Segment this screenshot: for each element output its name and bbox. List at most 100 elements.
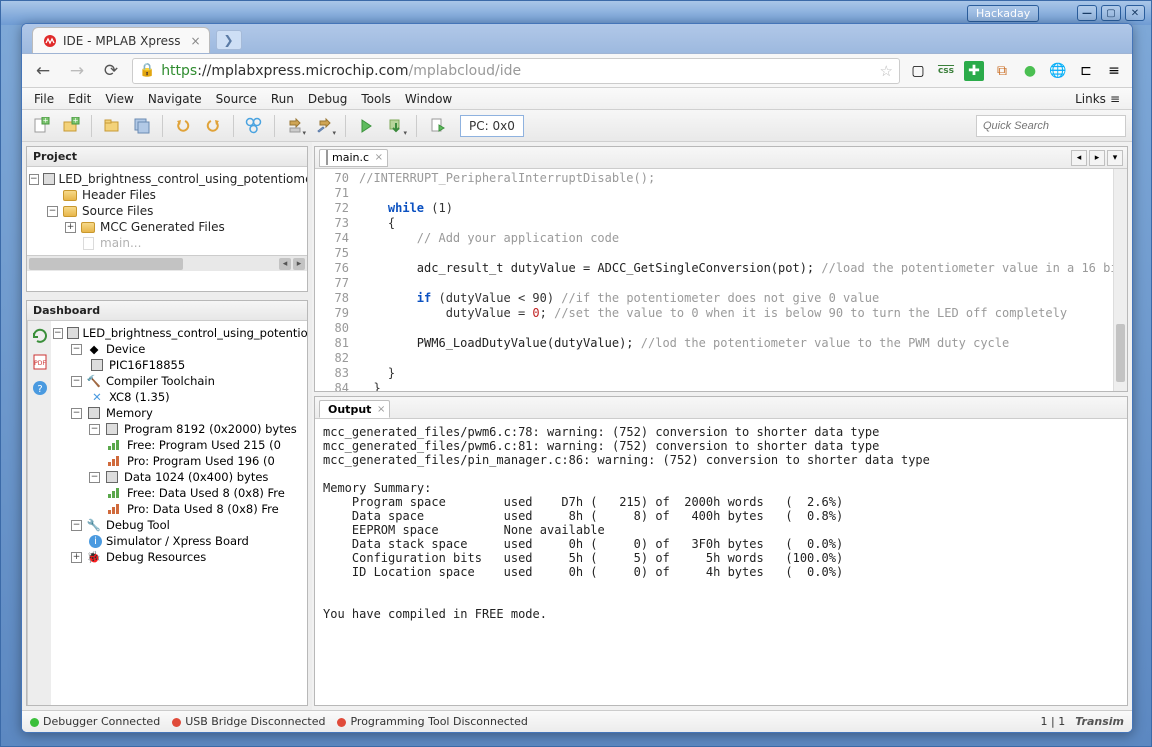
bracket-icon[interactable]: ⊏ bbox=[1076, 61, 1096, 81]
new-project-button[interactable]: + bbox=[58, 113, 84, 139]
project-panel: Project −LED_brightness_control_using_po… bbox=[26, 146, 308, 292]
editor-vscroll[interactable] bbox=[1113, 169, 1127, 391]
compiler-name[interactable]: XC8 (1.35) bbox=[109, 390, 170, 404]
header-files-node[interactable]: Header Files bbox=[82, 188, 156, 202]
run-button[interactable] bbox=[353, 113, 379, 139]
links-menu[interactable]: Links ≡ bbox=[1075, 92, 1126, 106]
microchip-favicon bbox=[43, 34, 57, 48]
refresh-icon[interactable] bbox=[31, 327, 49, 345]
project-hscroll[interactable]: ◂▸ bbox=[27, 255, 307, 271]
open-button[interactable] bbox=[99, 113, 125, 139]
make-program-button[interactable]: ▾ bbox=[383, 113, 409, 139]
os-titlebar: Hackaday — ▢ ✕ bbox=[1, 1, 1151, 25]
browser-tab-title: IDE - MPLAB Xpress bbox=[63, 34, 181, 48]
output-tab[interactable]: Output× bbox=[319, 400, 390, 418]
browser-tabbar: IDE - MPLAB Xpress × ❯ bbox=[22, 24, 1132, 54]
ide-toolbar: + + ▾ ▾ ▾ PC: 0x0 bbox=[22, 110, 1132, 142]
lock-icon: 🔒 bbox=[139, 63, 155, 78]
device-name[interactable]: PIC16F18855 bbox=[109, 358, 185, 372]
maximize-button[interactable]: ▢ bbox=[1101, 5, 1121, 21]
forward-button[interactable]: → bbox=[64, 58, 90, 84]
dashboard-panel: Dashboard PDF ? −LED_brightness_control_… bbox=[26, 300, 308, 706]
os-window: Hackaday — ▢ ✕ IDE - MPLAB Xpress × ❯ ← … bbox=[0, 0, 1152, 747]
output-console[interactable]: mcc_generated_files/pwm6.c:78: warning: … bbox=[315, 419, 1127, 705]
simulator[interactable]: Simulator / Xpress Board bbox=[106, 534, 249, 548]
build-button[interactable]: ▾ bbox=[282, 113, 308, 139]
data-pro[interactable]: Pro: Data Used 8 (0x8) Fre bbox=[127, 502, 279, 516]
screenshot-icon[interactable]: ⧉ bbox=[992, 61, 1012, 81]
dashboard-panel-title: Dashboard bbox=[27, 301, 307, 321]
c-file-icon bbox=[326, 151, 328, 164]
editor-prev-button[interactable]: ◂ bbox=[1071, 150, 1087, 166]
undo-button[interactable] bbox=[170, 113, 196, 139]
editor-tab-label: main.c bbox=[332, 151, 369, 164]
editor-tab-mainc[interactable]: main.c × bbox=[319, 149, 388, 167]
browser-toolbar: ← → ⟳ 🔒 https://mplabxpress.microchip.co… bbox=[22, 54, 1132, 88]
quick-search-input[interactable] bbox=[976, 115, 1126, 137]
mcc-button[interactable] bbox=[241, 113, 267, 139]
editor-dropdown-button[interactable]: ▾ bbox=[1107, 150, 1123, 166]
memory-label[interactable]: Memory bbox=[106, 406, 153, 420]
data-free[interactable]: Free: Data Used 8 (0x8) Fre bbox=[127, 486, 285, 500]
clean-build-button[interactable]: ▾ bbox=[312, 113, 338, 139]
help-icon[interactable]: ? bbox=[31, 379, 49, 397]
browser-tab[interactable]: IDE - MPLAB Xpress × bbox=[32, 27, 210, 53]
program-free[interactable]: Free: Program Used 215 (0 bbox=[127, 438, 281, 452]
adblock-icon[interactable]: ✚ bbox=[964, 61, 984, 81]
new-tab-button[interactable]: ❯ bbox=[216, 30, 242, 50]
output-tab-close-icon[interactable]: × bbox=[377, 404, 385, 415]
close-button[interactable]: ✕ bbox=[1125, 5, 1145, 21]
mcc-folder-node[interactable]: MCC Generated Files bbox=[100, 220, 225, 234]
output-tabbar: Output× bbox=[315, 397, 1127, 419]
debug-tool[interactable]: Debug Tool bbox=[106, 518, 170, 532]
menu-run[interactable]: Run bbox=[265, 90, 300, 108]
editor-tabbar: main.c × ◂ ▸ ▾ bbox=[315, 147, 1127, 169]
menu-debug[interactable]: Debug bbox=[302, 90, 353, 108]
menu-navigate[interactable]: Navigate bbox=[142, 90, 208, 108]
new-file-button[interactable]: + bbox=[28, 113, 54, 139]
save-all-button[interactable] bbox=[129, 113, 155, 139]
menu-edit[interactable]: Edit bbox=[62, 90, 97, 108]
os-window-title: Hackaday bbox=[967, 5, 1039, 22]
css-icon[interactable]: css bbox=[936, 61, 956, 81]
code-editor[interactable]: 7071727374757677787980818283848586 ▾8788… bbox=[315, 169, 1127, 391]
menu-source[interactable]: Source bbox=[210, 90, 263, 108]
project-root[interactable]: LED_brightness_control_using_potentiomet… bbox=[59, 172, 307, 186]
program-mem[interactable]: Program 8192 (0x2000) bytes bbox=[124, 422, 297, 436]
pdf-icon[interactable]: PDF bbox=[31, 353, 49, 371]
chat-icon[interactable]: ● bbox=[1020, 61, 1040, 81]
editor-next-button[interactable]: ▸ bbox=[1089, 150, 1105, 166]
menu-icon[interactable]: ≡ bbox=[1104, 61, 1124, 81]
dashboard-tree[interactable]: −LED_brightness_control_using_potentiom … bbox=[51, 321, 307, 705]
menu-bar: File Edit View Navigate Source Run Debug… bbox=[22, 88, 1132, 110]
code-area[interactable]: //INTERRUPT_PeripheralInterruptDisable()… bbox=[355, 169, 1127, 391]
url-text: https://mplabxpress.microchip.com/mplabc… bbox=[161, 63, 521, 79]
reload-button[interactable]: ⟳ bbox=[98, 58, 124, 84]
back-button[interactable]: ← bbox=[30, 58, 56, 84]
debug-button[interactable] bbox=[424, 113, 450, 139]
minimize-button[interactable]: — bbox=[1077, 5, 1097, 21]
address-bar[interactable]: 🔒 https://mplabxpress.microchip.com/mpla… bbox=[132, 58, 900, 84]
menu-window[interactable]: Window bbox=[399, 90, 458, 108]
redo-button[interactable] bbox=[200, 113, 226, 139]
status-usb: USB Bridge Disconnected bbox=[172, 715, 325, 728]
tab-close-icon[interactable]: × bbox=[190, 34, 200, 48]
source-files-node[interactable]: Source Files bbox=[82, 204, 153, 218]
compiler-label[interactable]: Compiler Toolchain bbox=[106, 374, 215, 388]
data-mem[interactable]: Data 1024 (0x400) bytes bbox=[124, 470, 268, 484]
cast-icon[interactable]: ▢ bbox=[908, 61, 928, 81]
debug-resources[interactable]: Debug Resources bbox=[106, 550, 206, 564]
program-pro[interactable]: Pro: Program Used 196 (0 bbox=[127, 454, 275, 468]
status-progtool: Programming Tool Disconnected bbox=[337, 715, 527, 728]
globe-icon[interactable]: 🌐 bbox=[1048, 61, 1068, 81]
browser-window: IDE - MPLAB Xpress × ❯ ← → ⟳ 🔒 https://m… bbox=[21, 23, 1133, 733]
output-panel: Output× mcc_generated_files/pwm6.c:78: w… bbox=[314, 396, 1128, 706]
menu-tools[interactable]: Tools bbox=[355, 90, 397, 108]
menu-view[interactable]: View bbox=[99, 90, 139, 108]
device-label[interactable]: Device bbox=[106, 342, 145, 356]
dash-root[interactable]: LED_brightness_control_using_potentiom bbox=[83, 326, 307, 340]
editor-tab-close-icon[interactable]: × bbox=[375, 152, 383, 163]
menu-file[interactable]: File bbox=[28, 90, 60, 108]
project-tree[interactable]: −LED_brightness_control_using_potentiome… bbox=[27, 167, 307, 255]
bookmark-star-icon[interactable]: ☆ bbox=[880, 62, 893, 80]
